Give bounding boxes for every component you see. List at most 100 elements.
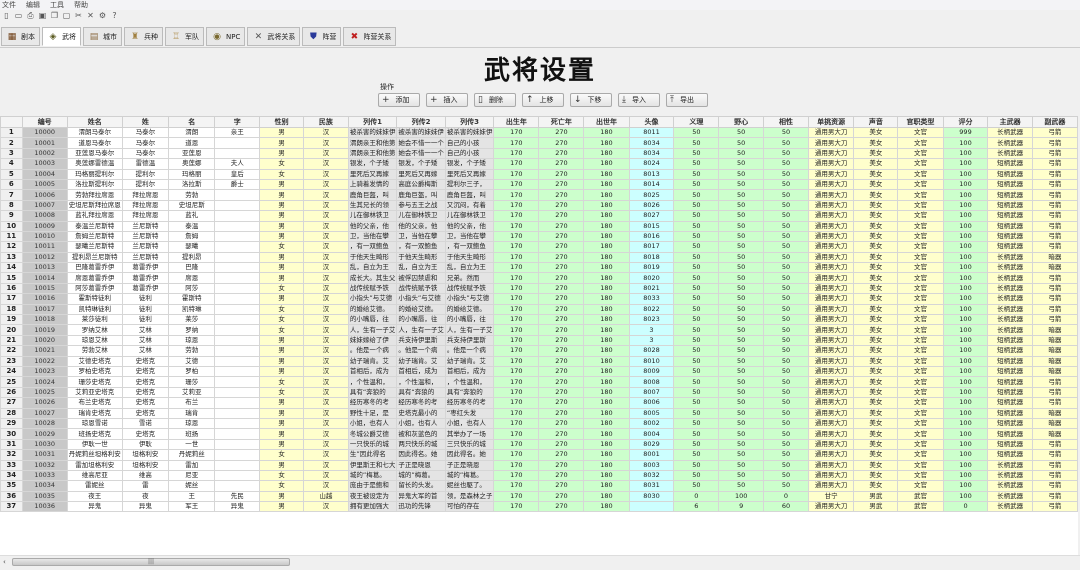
cell-23[interactable]: 弓箭 <box>1031 147 1078 160</box>
cell-3[interactable]: 雪诺 <box>121 417 170 430</box>
cell-13[interactable]: 180 <box>583 501 630 513</box>
cell-6[interactable]: 男 <box>259 147 304 160</box>
table-row[interactable]: 1 10000 渭朗马泰尔 马泰尔 渭朗 亲王男汉被杀害的妹妹伊 被杀害的妹妹伊 被杀害的妹妹… <box>0 126 1078 139</box>
cell-21[interactable]: 100 <box>942 397 989 409</box>
cell-6[interactable]: 男 <box>259 355 304 368</box>
cell-5[interactable] <box>214 417 261 430</box>
table-row[interactable]: 11 10010 詹姆兰尼斯特 兰尼斯特 詹姆男汉卫，当他在攀 卫，当他在攀 卫，当他在攀 1… <box>0 230 1078 243</box>
cell-22[interactable]: 短柄武器 <box>987 168 1033 180</box>
cell-2[interactable]: 奥莲娜雷德温 <box>66 158 123 170</box>
cell-22[interactable]: 长柄武器 <box>987 303 1033 316</box>
cell-3[interactable]: 坦格利安 <box>121 459 170 471</box>
cell-9[interactable]: 首相后，成为 <box>396 365 446 378</box>
cell-6[interactable]: 男 <box>259 345 304 357</box>
open-folder-icon[interactable]: ▭ <box>14 11 23 20</box>
table-row[interactable]: 15 10014 席恩葛雷乔伊 葛雷乔伊 席恩男汉成长大。其生父 被俘囚禁虐和 兄弟。然而 1… <box>0 272 1078 284</box>
cell-4[interactable]: 妮丝 <box>168 480 216 492</box>
cell-20[interactable]: 文官 <box>897 324 944 336</box>
cell-6[interactable]: 男 <box>259 501 304 513</box>
cell-19[interactable]: 美女 <box>853 230 899 243</box>
cell-1[interactable]: 10033 <box>21 469 68 482</box>
row-number[interactable]: 11 <box>0 230 23 243</box>
cell-21[interactable]: 100 <box>942 449 989 461</box>
cell-15[interactable]: 50 <box>673 345 720 357</box>
cell-22[interactable]: 长柄武器 <box>987 262 1033 274</box>
cell-9[interactable]: 因此得名。她 <box>396 449 446 461</box>
cell-21[interactable]: 100 <box>942 365 989 378</box>
cell-23[interactable]: 弓箭 <box>1031 501 1078 513</box>
cell-21[interactable]: 999 <box>942 126 989 139</box>
cell-20[interactable]: 文官 <box>897 428 944 440</box>
cell-20[interactable]: 文官 <box>897 241 944 253</box>
cell-22[interactable]: 长柄武器 <box>987 459 1033 471</box>
cell-12[interactable]: 270 <box>538 272 585 284</box>
table-row[interactable]: 27 10026 布兰史塔克 史塔克 布兰男汉经历寒冬的考 经历寒冬的考 经历寒冬的考 170… <box>0 397 1078 409</box>
cell-23[interactable]: 弓箭 <box>1031 376 1078 388</box>
cell-10[interactable]: 兄弟。然而 <box>444 272 495 284</box>
cell-21[interactable]: 100 <box>942 469 989 482</box>
paste-icon[interactable]: ▢ <box>62 11 71 20</box>
cell-11[interactable]: 170 <box>493 199 540 212</box>
cell-7[interactable]: 汉 <box>303 438 349 451</box>
row-number[interactable]: 36 <box>0 490 23 503</box>
cell-9[interactable]: ，个性温和， <box>396 376 446 388</box>
cell-9[interactable]: 高庭公爵梅斯 <box>396 178 446 191</box>
cell-18[interactable]: 通用男大刀 <box>807 230 855 243</box>
row-number[interactable]: 26 <box>0 386 23 399</box>
cell-23[interactable]: 弓箭 <box>1031 168 1078 180</box>
cell-4[interactable]: 詹姆 <box>168 230 216 243</box>
cell-6[interactable]: 女 <box>259 469 304 482</box>
cell-18[interactable]: 通用男大刀 <box>807 449 855 461</box>
cell-6[interactable]: 男 <box>259 251 304 264</box>
cell-3[interactable]: 异鬼 <box>121 501 170 513</box>
cell-13[interactable]: 180 <box>583 334 630 347</box>
cell-9[interactable]: 的婚给艾德。 <box>396 303 446 316</box>
row-number[interactable]: 20 <box>0 324 23 336</box>
cell-10[interactable]: 的婚给艾德。 <box>444 303 495 316</box>
cell-19[interactable]: 美女 <box>853 126 899 139</box>
table-row[interactable]: 23 10022 艾德史塔克 史塔克 艾德男汉幼子瑞肯。艾 幼子瑞肯。艾 幼子瑞肯。艾 170… <box>0 355 1078 368</box>
cell-19[interactable]: 美女 <box>853 324 899 336</box>
cell-22[interactable]: 短柄武器 <box>987 199 1033 212</box>
cell-23[interactable]: 暗器 <box>1031 324 1078 336</box>
cell-23[interactable]: 弓箭 <box>1031 189 1078 201</box>
cell-10[interactable]: 小姐，也有人 <box>444 417 495 430</box>
cell-19[interactable]: 美女 <box>853 334 899 347</box>
cell-18[interactable]: 通用男大刀 <box>807 417 855 430</box>
tab-4[interactable]: ♖ 军队 <box>165 27 204 46</box>
cell-13[interactable]: 180 <box>583 428 630 440</box>
cell-19[interactable]: 美女 <box>853 158 899 170</box>
cell-1[interactable]: 10024 <box>21 376 68 388</box>
cell-11[interactable]: 170 <box>493 365 540 378</box>
cell-14[interactable]: 8004 <box>628 428 675 440</box>
cell-22[interactable]: 长柄武器 <box>987 314 1033 326</box>
menu-edit[interactable]: 编辑 <box>26 0 40 10</box>
cell-4[interactable]: 巴隆 <box>168 262 216 274</box>
cell-21[interactable]: 100 <box>942 147 989 160</box>
cell-5[interactable] <box>214 407 261 419</box>
cell-14[interactable]: 8003 <box>628 459 675 471</box>
cell-10[interactable]: 可怕的存在 <box>444 501 495 513</box>
cell-12[interactable]: 270 <box>538 230 585 243</box>
op-button-1[interactable]: + 插入 <box>426 93 468 107</box>
cell-21[interactable]: 100 <box>942 345 989 357</box>
cell-5[interactable] <box>214 241 261 253</box>
column-header[interactable] <box>0 116 23 128</box>
cell-10[interactable]: 银发，个子矮 <box>444 158 495 170</box>
cell-12[interactable]: 270 <box>538 282 585 295</box>
cell-21[interactable]: 100 <box>942 314 989 326</box>
cell-21[interactable]: 100 <box>942 334 989 347</box>
cell-10[interactable]: 首相后，成为 <box>444 365 495 378</box>
cell-23[interactable]: 暗器 <box>1031 334 1078 347</box>
table-row[interactable]: 7 10006 劳勃拜拉席恩 拜拉席恩 劳勃男汉鹿角巨盔，叫 鹿角巨盔，叫 鹿角巨盔，叫 17… <box>0 189 1078 201</box>
cell-9[interactable]: 鹿角巨盔，叫 <box>396 189 446 201</box>
table-row[interactable]: 8 10007 史坦尼斯拜拉席恩 拜拉席恩 史坦尼斯 男汉生其兄长的领 参与五王之战 又沉闷，… <box>0 199 1078 212</box>
cell-15[interactable]: 50 <box>673 230 720 243</box>
cell-11[interactable]: 170 <box>493 137 540 149</box>
cell-10[interactable]: 里死后又再嫁 <box>444 168 495 180</box>
cell-17[interactable]: 50 <box>763 126 809 139</box>
column-header[interactable]: 副武器 <box>1031 116 1078 128</box>
cell-5[interactable] <box>214 262 261 274</box>
cell-10[interactable]: “枣红头发 <box>444 407 495 419</box>
cell-11[interactable]: 170 <box>493 220 540 232</box>
